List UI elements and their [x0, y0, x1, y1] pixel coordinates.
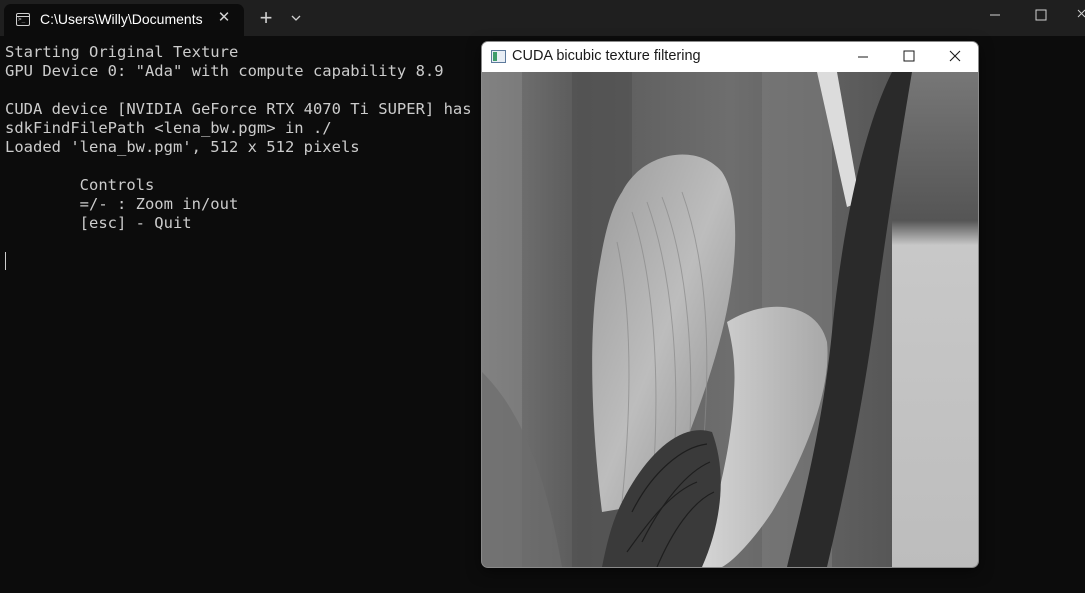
maximize-icon[interactable]	[1018, 0, 1064, 32]
terminal-icon	[16, 13, 30, 26]
tab-title: C:\Users\Willy\Documents	[40, 11, 203, 27]
output-line: CUDA device [NVIDIA GeForce RTX 4070 Ti …	[5, 100, 500, 118]
grayscale-hat-image[interactable]	[482, 72, 978, 567]
new-tab-button[interactable]: +	[254, 6, 278, 30]
terminal-titlebar: C:\Users\Willy\Documents ✕ +	[0, 0, 1085, 36]
output-line: Controls	[5, 176, 155, 194]
text-cursor	[5, 252, 6, 270]
tab-close-button[interactable]: ✕	[214, 8, 234, 28]
terminal-tab[interactable]: C:\Users\Willy\Documents ✕	[4, 4, 244, 36]
output-line: [esc] - Quit	[5, 214, 192, 232]
minimize-icon[interactable]	[972, 0, 1018, 32]
output-line: Starting Original Texture	[5, 43, 239, 61]
close-icon[interactable]	[932, 42, 978, 72]
chevron-down-icon[interactable]	[286, 7, 306, 29]
cuda-window-title: CUDA bicubic texture filtering	[512, 48, 701, 64]
cuda-window[interactable]: CUDA bicubic texture filtering	[481, 41, 979, 568]
close-icon[interactable]	[1064, 0, 1085, 32]
output-line: Loaded 'lena_bw.pgm', 512 x 512 pixels	[5, 138, 360, 156]
output-line: sdkFindFilePath <lena_bw.pgm> in ./	[5, 119, 332, 137]
output-line: GPU Device 0: "Ada" with compute capabil…	[5, 62, 444, 80]
output-line: =/- : Zoom in/out	[5, 195, 239, 213]
maximize-icon[interactable]	[886, 42, 932, 72]
cuda-titlebar[interactable]: CUDA bicubic texture filtering	[482, 42, 978, 72]
app-window-icon	[491, 50, 506, 63]
minimize-icon[interactable]	[840, 42, 886, 72]
